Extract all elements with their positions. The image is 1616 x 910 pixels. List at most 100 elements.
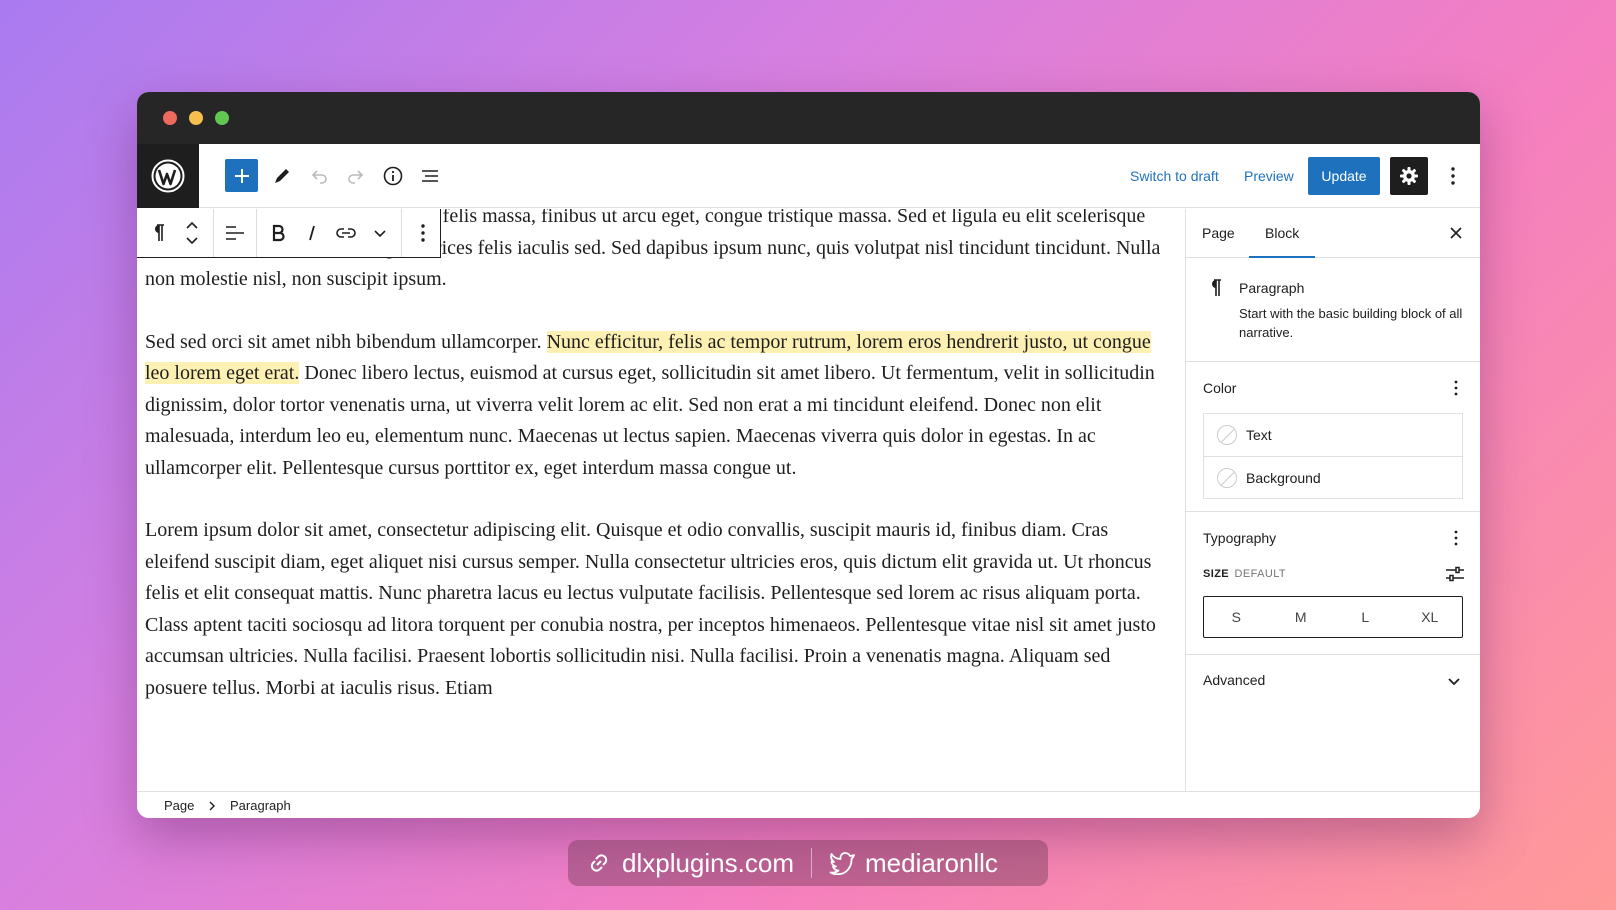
size-option-m[interactable]: M [1269, 597, 1334, 637]
link-icon [336, 228, 356, 238]
list-view-icon [422, 170, 438, 182]
block-toolbar [137, 209, 441, 258]
chevron-right-icon [209, 801, 215, 811]
block-type-button[interactable] [141, 213, 175, 253]
block-options-group [402, 209, 444, 257]
block-breadcrumb: Page Paragraph [137, 791, 1480, 818]
close-icon [1450, 227, 1462, 239]
block-card-title: Paragraph [1239, 280, 1305, 296]
no-color-swatch-icon [1217, 425, 1237, 445]
advanced-toggle[interactable] [1442, 669, 1466, 693]
color-options-button[interactable] [1446, 376, 1466, 400]
block-type-group [137, 209, 214, 257]
twitter-bird-icon [829, 852, 855, 875]
text-color-item[interactable]: Text [1204, 414, 1462, 456]
font-size-label: SIZE DEFAULT [1203, 568, 1286, 580]
size-option-xl[interactable]: XL [1398, 597, 1463, 637]
chevron-down-icon [374, 230, 386, 238]
alignment-group [214, 209, 257, 257]
redo-button[interactable] [340, 160, 372, 192]
undo-icon [311, 170, 327, 184]
bold-icon [272, 224, 285, 242]
tab-page[interactable]: Page [1202, 209, 1235, 258]
site-url: dlxplugins.com [622, 847, 794, 878]
paragraph-icon [155, 224, 164, 241]
vertical-dots-icon [1454, 380, 1458, 396]
wordpress-logo-icon[interactable] [137, 144, 199, 208]
tab-block[interactable]: Block [1249, 209, 1316, 258]
editor-canvas[interactable]: Nam pharetra a velit ac suscipit. Sed fe… [137, 209, 1185, 791]
paragraph-text: Sed sed orci sit amet nibh bibendum ulla… [145, 330, 547, 353]
custom-size-button[interactable] [1444, 564, 1466, 584]
tools-button[interactable] [266, 160, 298, 192]
block-card: Paragraph Start with the basic building … [1186, 258, 1480, 362]
zoom-window-dot[interactable] [215, 111, 229, 125]
paragraph-block-selected[interactable]: Sed sed orci sit amet nibh bibendum ulla… [145, 327, 1175, 485]
list-view-button[interactable] [414, 160, 446, 192]
font-size-picker: S M L XL [1203, 596, 1463, 638]
settings-sliders-icon [1446, 566, 1464, 582]
minimize-window-dot[interactable] [189, 111, 203, 125]
settings-button[interactable] [1390, 157, 1428, 195]
window-titlebar [137, 92, 1480, 144]
background-color-label: Background [1246, 469, 1321, 486]
block-options-button[interactable] [406, 213, 440, 253]
color-panel: Color Text Background [1186, 362, 1480, 512]
update-button[interactable]: Update [1308, 157, 1380, 195]
italic-button[interactable] [295, 213, 329, 253]
editor-window: Switch to draft Preview Update Nam phare… [137, 92, 1480, 818]
typography-options-button[interactable] [1446, 526, 1466, 550]
advanced-panel[interactable]: Advanced [1186, 655, 1480, 707]
vertical-dots-icon [1451, 167, 1455, 185]
no-color-swatch-icon [1217, 467, 1237, 488]
chevron-down-icon [1448, 678, 1460, 686]
size-label: SIZE [1203, 568, 1230, 580]
editor-header: Switch to draft Preview Update [137, 144, 1480, 208]
undo-button[interactable] [303, 160, 335, 192]
pill-divider [810, 848, 812, 878]
preview-button[interactable]: Preview [1244, 164, 1294, 188]
vertical-dots-icon [1454, 530, 1458, 546]
italic-icon [309, 225, 315, 241]
gear-icon [1400, 167, 1418, 185]
paragraph-icon [1212, 279, 1221, 296]
bold-button[interactable] [261, 213, 295, 253]
align-button[interactable] [218, 213, 252, 253]
breadcrumb-page[interactable]: Page [164, 798, 194, 813]
size-option-l[interactable]: L [1333, 597, 1398, 637]
more-formats-button[interactable] [363, 213, 397, 253]
close-sidebar-button[interactable] [1444, 221, 1468, 245]
switch-to-draft-button[interactable]: Switch to draft [1130, 164, 1219, 188]
options-button[interactable] [1437, 160, 1469, 192]
post-content: Nam pharetra a velit ac suscipit. Sed fe… [145, 209, 1175, 735]
link-button[interactable] [329, 213, 363, 253]
advanced-panel-title: Advanced [1203, 672, 1266, 688]
move-block-button[interactable] [175, 213, 209, 253]
add-block-button[interactable] [225, 159, 258, 192]
paragraph-block[interactable]: Lorem ipsum dolor sit amet, consectetur … [145, 515, 1175, 704]
typography-panel-title: Typography [1203, 530, 1277, 546]
size-option-s[interactable]: S [1204, 597, 1269, 637]
sidebar-tabs: Page Block [1186, 209, 1480, 258]
link-icon [590, 854, 608, 872]
breadcrumb-paragraph[interactable]: Paragraph [230, 798, 291, 813]
text-color-label: Text [1246, 427, 1272, 443]
typography-panel: Typography SIZE DEFAULT S M L XL [1186, 512, 1480, 655]
social-handle: mediaronllc [864, 847, 998, 878]
format-group [257, 209, 402, 257]
plus-icon [234, 168, 249, 183]
settings-sidebar: Page Block Paragraph Start with the basi… [1185, 209, 1480, 791]
redo-icon [348, 170, 364, 184]
social-credit: mediaronllc [829, 848, 998, 879]
color-options-list: Text Background [1203, 413, 1463, 499]
vertical-dots-icon [421, 224, 425, 242]
size-value: DEFAULT [1234, 568, 1287, 580]
credits-pill: dlxplugins.com mediaronllc [568, 840, 1048, 886]
site-credit: dlxplugins.com [586, 848, 794, 879]
close-window-dot[interactable] [163, 111, 177, 125]
background-color-item[interactable]: Background [1204, 456, 1462, 498]
details-button[interactable] [377, 160, 409, 192]
info-icon [383, 166, 403, 186]
pencil-icon [275, 169, 289, 183]
color-panel-title: Color [1203, 380, 1237, 396]
